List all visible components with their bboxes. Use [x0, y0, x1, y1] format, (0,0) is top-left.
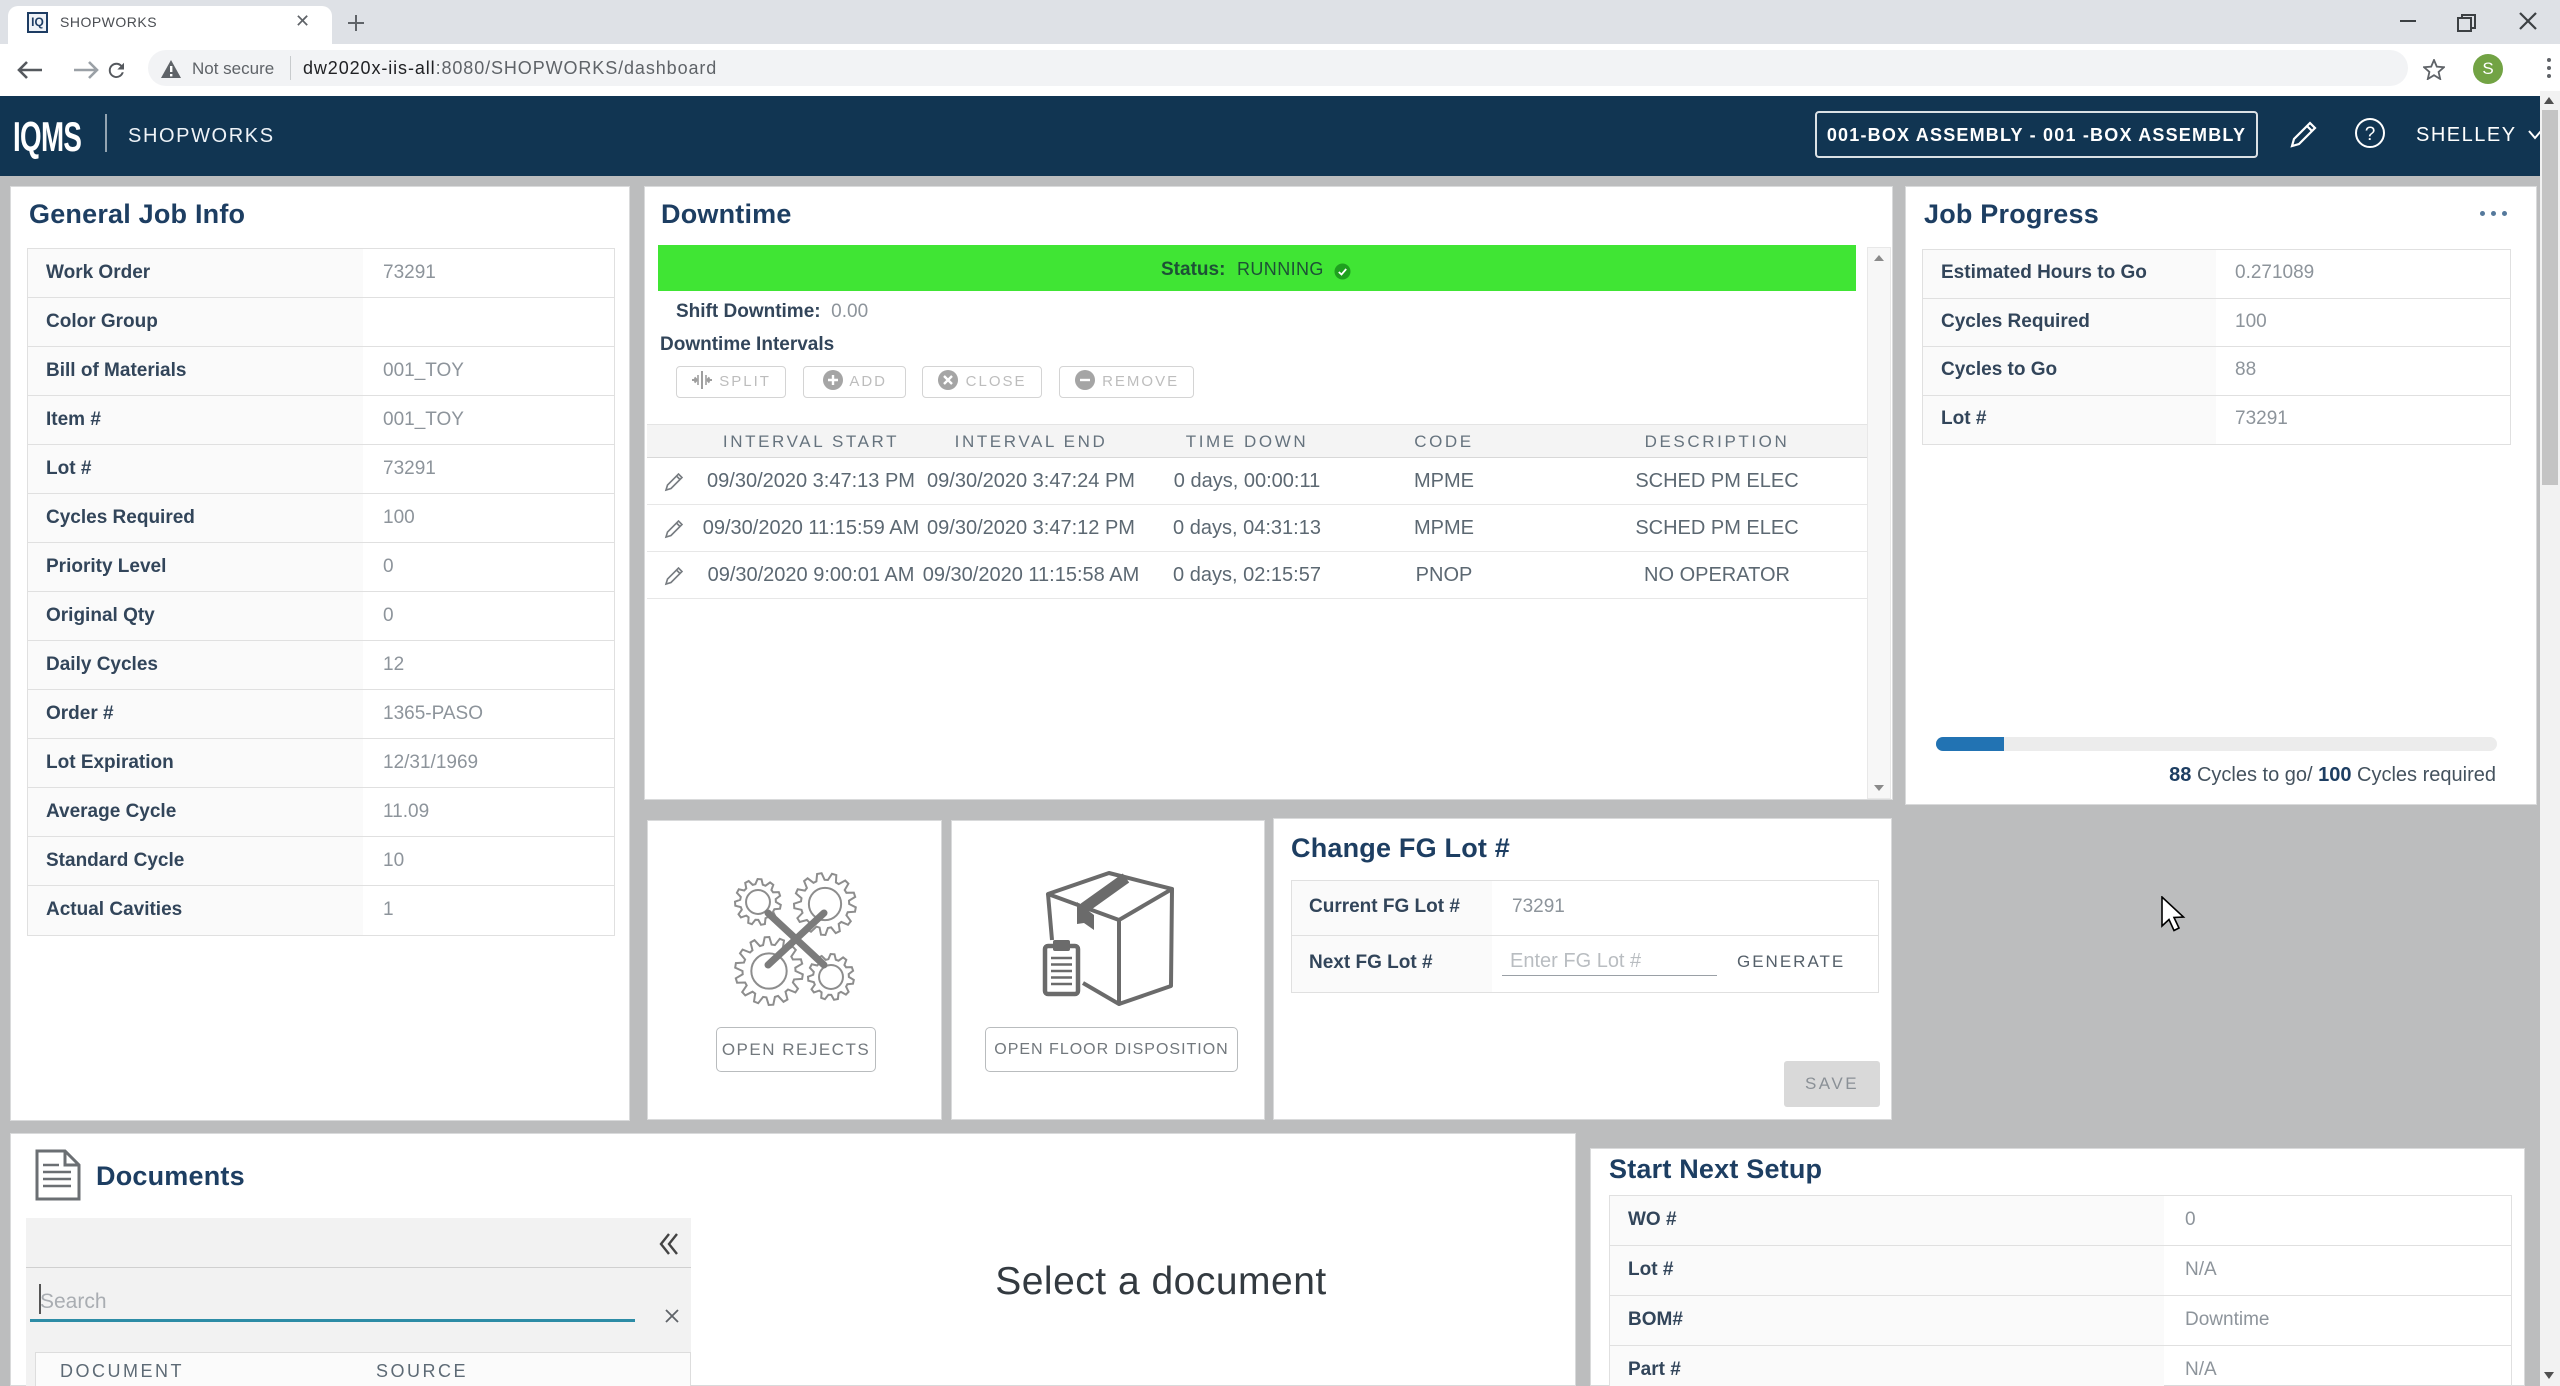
- svg-text:?: ?: [2365, 124, 2376, 145]
